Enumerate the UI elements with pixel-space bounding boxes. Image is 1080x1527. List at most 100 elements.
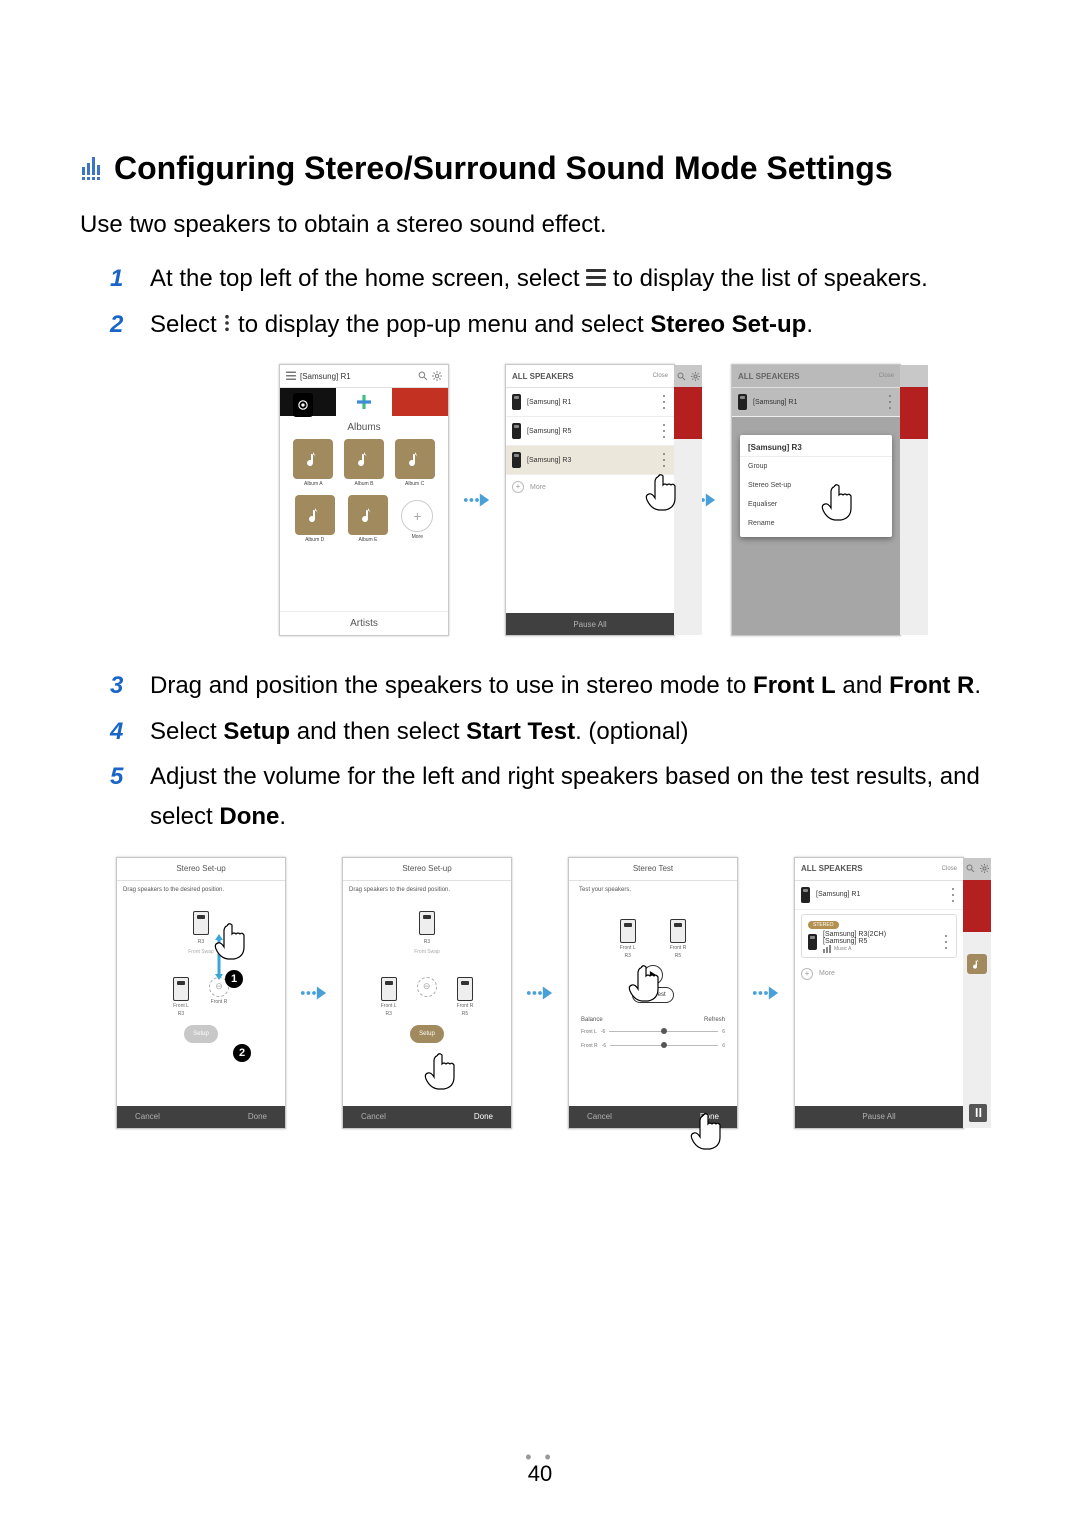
speaker-row[interactable]: [Samsung] R5	[506, 417, 674, 446]
pause-all-button[interactable]: Pause All	[506, 613, 674, 635]
arrow-icon	[463, 490, 491, 510]
hand-pointer-icon	[687, 1112, 727, 1152]
slot-front-l[interactable]: Front LR3	[173, 977, 189, 1017]
cancel-button[interactable]: Cancel	[135, 1112, 160, 1121]
step-4: 4 Select Setup and then select Start Tes…	[110, 712, 1000, 752]
more-row[interactable]: +More	[795, 962, 963, 986]
row-menu-button[interactable]	[942, 935, 950, 949]
phone-popup: ALL SPEAKERS Close [Samsung] R1 [Samsung…	[731, 364, 901, 636]
popup-title: [Samsung] R3	[740, 439, 892, 457]
album-tile[interactable]	[344, 439, 384, 479]
popup-item-group[interactable]: Group	[740, 457, 892, 476]
test-hint: Test your speakers.	[579, 887, 727, 893]
album-tile[interactable]	[395, 439, 435, 479]
close-button[interactable]: Close	[942, 866, 957, 872]
touch-icon	[298, 400, 308, 410]
album-more-tile[interactable]: +	[401, 500, 433, 532]
speaker-row[interactable]: [Samsung] R1	[795, 881, 963, 910]
header-title: ALL SPEAKERS	[512, 372, 649, 381]
screenshot-row-2: Stereo Set-up Drag speakers to the desir…	[80, 857, 1000, 1129]
speaker-icon	[512, 423, 521, 439]
background-strip	[900, 365, 928, 635]
section-heading: Configuring Stereo/Surround Sound Mode S…	[80, 150, 1000, 187]
heading-text: Configuring Stereo/Surround Sound Mode S…	[114, 150, 893, 187]
speaker-icon	[801, 887, 810, 903]
row-menu-button[interactable]	[660, 395, 668, 409]
music-note-icon	[406, 450, 424, 468]
gear-icon[interactable]	[432, 371, 442, 381]
close-button[interactable]: Close	[879, 373, 894, 379]
hand-pointer-icon	[818, 483, 858, 523]
row-menu-button[interactable]	[660, 424, 668, 438]
bars-icon	[823, 945, 831, 953]
popup-item-stereo[interactable]: Stereo Set-up	[740, 476, 892, 495]
search-icon[interactable]	[418, 371, 428, 381]
step-1: 1 At the top left of the home screen, se…	[110, 259, 1000, 299]
header-title: Stereo Test	[569, 858, 737, 881]
phone-stereo-test: Stereo Test Test your speakers. Front LR…	[568, 857, 738, 1129]
album-tile[interactable]	[348, 495, 388, 535]
music-note-icon	[304, 450, 322, 468]
arrow-icon	[300, 983, 328, 1003]
header-title: Stereo Set-up	[117, 858, 285, 881]
cancel-button[interactable]: Cancel	[587, 1112, 612, 1121]
speaker-icon	[419, 911, 435, 935]
plus-icon[interactable]	[357, 395, 371, 409]
row-menu-button[interactable]	[660, 453, 668, 467]
slot-front-r[interactable]: Front RR5	[457, 977, 474, 1017]
balance-slider-r[interactable]: Front R-66	[581, 1043, 725, 1049]
header-title: ALL SPEAKERS	[801, 864, 938, 873]
speaker-icon	[738, 394, 747, 410]
setup-button[interactable]: Setup	[410, 1025, 444, 1043]
pause-all-button[interactable]: Pause All	[795, 1106, 963, 1128]
slot-front-l[interactable]: Front LR3	[381, 977, 397, 1017]
speaker-row[interactable]: [Samsung] R1	[506, 388, 674, 417]
speaker-icon[interactable]	[193, 911, 209, 935]
album-tile[interactable]	[293, 439, 333, 479]
phone-setup-before: Stereo Set-up Drag speakers to the desir…	[116, 857, 286, 1129]
phone-setup-after: Stereo Set-up Drag speakers to the desir…	[342, 857, 512, 1129]
stereo-group-row[interactable]: STEREO [Samsung] R3(2CH) [Samsung] R5 Mu…	[801, 914, 957, 958]
music-note-icon	[306, 506, 324, 524]
header-title: Stereo Set-up	[343, 858, 511, 881]
row-menu-button[interactable]	[949, 888, 957, 902]
phone-speaker-list: ALL SPEAKERS Close [Samsung] R1 [Samsung…	[505, 364, 675, 636]
speaker-icon	[620, 919, 636, 943]
done-button[interactable]: Done	[474, 1112, 493, 1121]
popup-item-rename[interactable]: Rename	[740, 514, 892, 533]
hand-pointer-icon	[211, 922, 251, 962]
callout-2: 2	[233, 1044, 251, 1062]
done-button: Done	[248, 1112, 267, 1121]
search-icon	[966, 864, 975, 873]
close-button[interactable]: Close	[653, 373, 668, 379]
music-note-icon	[359, 506, 377, 524]
cancel-button[interactable]: Cancel	[361, 1112, 386, 1121]
speaker-icon	[512, 394, 521, 410]
screenshot-row-1: [Samsung] R1 My Phone Albums Album A Alb…	[180, 364, 1000, 636]
callout-1: 1	[225, 970, 243, 988]
speaker-icon	[808, 934, 817, 950]
step-2: 2 Select to display the pop-up menu and …	[110, 305, 1000, 345]
hand-pointer-icon	[642, 473, 682, 513]
search-icon	[677, 372, 686, 381]
phone-result: ALL SPEAKERS Close [Samsung] R1 STEREO […	[794, 857, 964, 1129]
hamburger-icon	[586, 269, 606, 287]
music-note-icon	[355, 450, 373, 468]
phone-albums: [Samsung] R1 My Phone Albums Album A Alb…	[279, 364, 449, 636]
music-note-icon	[972, 958, 982, 970]
vertical-dots-icon	[223, 314, 231, 332]
page-number: • • 40	[0, 1454, 1080, 1487]
my-phone-badge[interactable]: My Phone	[286, 393, 320, 423]
popup-item-equaliser[interactable]: Equaliser	[740, 495, 892, 514]
stereo-badge: STEREO	[808, 921, 839, 929]
hamburger-icon[interactable]	[286, 371, 296, 381]
speaker-row[interactable]: [Samsung] R3	[506, 446, 674, 475]
step-3: 3 Drag and position the speakers to use …	[110, 666, 1000, 706]
artists-title: Artists	[280, 611, 448, 635]
balance-slider-l[interactable]: Front L-66	[581, 1029, 725, 1035]
setup-button[interactable]: Setup	[184, 1025, 218, 1043]
header-title: ALL SPEAKERS	[738, 372, 875, 381]
album-tile[interactable]	[295, 495, 335, 535]
arrow-icon	[526, 983, 554, 1003]
gear-icon	[691, 372, 700, 381]
